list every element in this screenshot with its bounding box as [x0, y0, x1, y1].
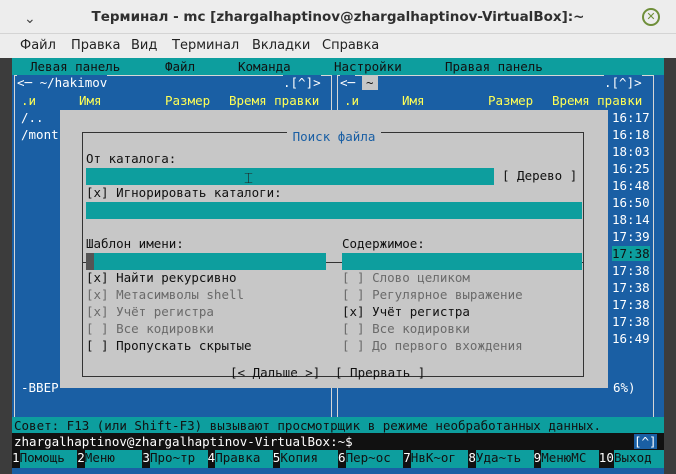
right-col-n[interactable]: .и	[344, 93, 359, 108]
right-col-time[interactable]: Время правки	[552, 93, 642, 108]
left-option-checkbox[interactable]: [x] Найти рекурсивно	[86, 270, 237, 285]
right-row-time[interactable]: 16:17	[612, 110, 650, 125]
right-row-time[interactable]: 16:18	[612, 127, 650, 142]
command-line[interactable]: zhargalhaptinov@zhargalhaptinov-VirtualB…	[12, 433, 664, 450]
menubar: Файл Правка Вид Терминал Вкладки Справка	[0, 34, 676, 58]
fkey-number: 1	[12, 450, 20, 468]
name-pattern-label: Шаблон имени:	[86, 236, 184, 251]
close-icon[interactable]: ✕	[642, 8, 660, 26]
menu-view[interactable]: Вид	[131, 38, 157, 53]
find-file-dialog: Поиск файла От каталога: ⌶ [ Дерево ] [x…	[60, 110, 608, 388]
fkey-button[interactable]: Выход	[614, 450, 664, 468]
text-caret	[86, 253, 94, 270]
fkey-number: 10	[598, 450, 614, 468]
fkey-button[interactable]: НвК~ог	[410, 450, 469, 468]
menu-edit[interactable]: Правка	[71, 38, 120, 53]
left-col-name[interactable]: Имя	[79, 93, 102, 108]
name-pattern-input[interactable]	[86, 253, 326, 270]
right-col-name[interactable]: Имя	[402, 93, 425, 108]
fkey-number: 7	[403, 450, 411, 468]
left-panel-status: -ВВЕР	[21, 380, 59, 395]
fkey-number: 4	[207, 450, 216, 468]
mc-menu-right-panel[interactable]: Правая панель	[445, 59, 543, 74]
fkey-number: 2	[77, 450, 85, 468]
fkey-button[interactable]: Меню	[84, 450, 143, 468]
content-input[interactable]	[342, 253, 582, 270]
right-panel-path[interactable]: <─	[340, 75, 356, 90]
fkey-number: 8	[468, 450, 476, 468]
left-option-checkbox[interactable]: [x] Учёт регистра	[86, 304, 214, 319]
left-option-checkbox[interactable]: [ ] Все кодировки	[86, 321, 214, 336]
menu-help[interactable]: Справка	[322, 38, 379, 53]
ignore-dirs-input[interactable]	[86, 202, 582, 219]
right-row-time[interactable]: 16:50	[612, 195, 650, 210]
right-row-time[interactable]: 16:25	[612, 161, 650, 176]
right-panel-percent: 6%)	[613, 380, 636, 395]
from-dir-label: От каталога:	[86, 151, 177, 166]
right-row-time[interactable]: 17:39	[612, 229, 650, 244]
left-col-time[interactable]: Время правки	[229, 93, 319, 108]
left-panel-corner[interactable]: .[^]>	[283, 75, 321, 90]
right-panel-corner[interactable]: .[^]>	[604, 75, 642, 90]
right-row-time[interactable]: 17:38	[612, 263, 650, 278]
fkey-button[interactable]: Помощь	[19, 450, 78, 468]
right-col-size[interactable]: Размер	[488, 93, 533, 108]
right-option-checkbox[interactable]: [x] Учёт регистра	[342, 304, 470, 319]
mc-menu-left-panel[interactable]: Левая панель	[30, 59, 120, 74]
mc-menu-file[interactable]: Файл	[165, 59, 195, 74]
left-col-n[interactable]: .и	[21, 93, 36, 108]
fkey-button[interactable]: Про~тр	[150, 450, 208, 468]
fkey-button[interactable]: Копия	[280, 450, 338, 468]
right-option-checkbox[interactable]: [ ] Регулярное выражение	[342, 287, 523, 302]
left-col-size[interactable]: Размер	[165, 93, 210, 108]
menu-tabs[interactable]: Вкладки	[252, 38, 310, 53]
menu-file[interactable]: Файл	[20, 38, 56, 53]
fkey-number: 6	[338, 450, 346, 468]
next-button[interactable]: [< Дальше >]	[230, 365, 320, 380]
right-row-time[interactable]: 17:38	[612, 280, 650, 295]
left-row-mont[interactable]: /mont	[21, 127, 59, 142]
window-title: Терминал - mc [zhargalhaptinov@zhargalha…	[91, 9, 585, 25]
right-row-time[interactable]: 18:03	[612, 144, 650, 159]
menu-terminal[interactable]: Терминал	[172, 38, 239, 53]
right-option-checkbox[interactable]: [ ] Все кодировки	[342, 321, 470, 336]
fkey-number: 3	[142, 450, 150, 468]
right-option-checkbox[interactable]: [ ] Слово целиком	[342, 270, 470, 285]
right-option-checkbox[interactable]: [ ] До первого вхождения	[342, 338, 523, 353]
ignore-dirs-checkbox[interactable]: [x] Игнорировать каталоги:	[86, 185, 282, 200]
right-row-time[interactable]: 16:49	[612, 331, 650, 346]
right-row-time[interactable]: 18:14	[612, 212, 650, 227]
shell-prompt: zhargalhaptinov@zhargalhaptinov-VirtualB…	[14, 434, 353, 449]
right-panel-path-tilde[interactable]: ~	[362, 75, 378, 90]
fkey-number: 5	[272, 450, 281, 468]
right-row-time[interactable]: 17:38	[612, 246, 650, 261]
title-bar: ⌄ Терминал - mc [zhargalhaptinov@zhargal…	[0, 0, 676, 34]
fkey-number: 9	[533, 450, 542, 468]
left-option-checkbox[interactable]: [ ] Пропускать скрытые	[86, 338, 252, 353]
abort-button[interactable]: [ Прервать ]	[335, 365, 425, 380]
prompt-corner[interactable]: [^]	[634, 434, 657, 449]
mc-menu-bar: Левая панель Файл Команда Настройки Прав…	[12, 58, 664, 75]
tree-button[interactable]: [ Дерево ]	[502, 168, 577, 183]
left-row-updir[interactable]: /..	[21, 110, 44, 125]
hint-line: Совет: F13 (или Shift-F3) вызывают просм…	[12, 417, 664, 434]
dialog-title: Поиск файла	[286, 129, 382, 144]
mc-menu-settings[interactable]: Настройки	[334, 59, 402, 74]
fkey-button[interactable]: Правка	[215, 450, 273, 468]
left-panel-path[interactable]: <─ ~/hakimov	[17, 75, 108, 90]
hint-text: Совет: F13 (или Shift-F3) вызывают просм…	[14, 418, 601, 433]
right-row-time[interactable]: 16:48	[612, 178, 650, 193]
fkey-button[interactable]: Уда~ть	[476, 450, 534, 468]
mc-menu-command[interactable]: Команда	[238, 59, 291, 74]
right-row-time[interactable]: 17:38	[612, 297, 650, 312]
fkey-button[interactable]: Пер~ос	[345, 450, 404, 468]
function-keys-bar: 1 Помощь 2 Меню 3 Про~тр 4 Правка 5 Копия 6 Пер~ос 7…	[12, 450, 664, 468]
fkey-button[interactable]: МенюМС	[541, 450, 599, 468]
right-row-time[interactable]: 17:38	[612, 314, 650, 329]
left-option-checkbox[interactable]: [x] Метасимволы shell	[86, 287, 244, 302]
from-dir-input[interactable]: ⌶	[86, 168, 494, 187]
terminal-area[interactable]: Левая панель Файл Команда Настройки Прав…	[12, 58, 664, 474]
content-label: Содержимое:	[342, 236, 425, 251]
